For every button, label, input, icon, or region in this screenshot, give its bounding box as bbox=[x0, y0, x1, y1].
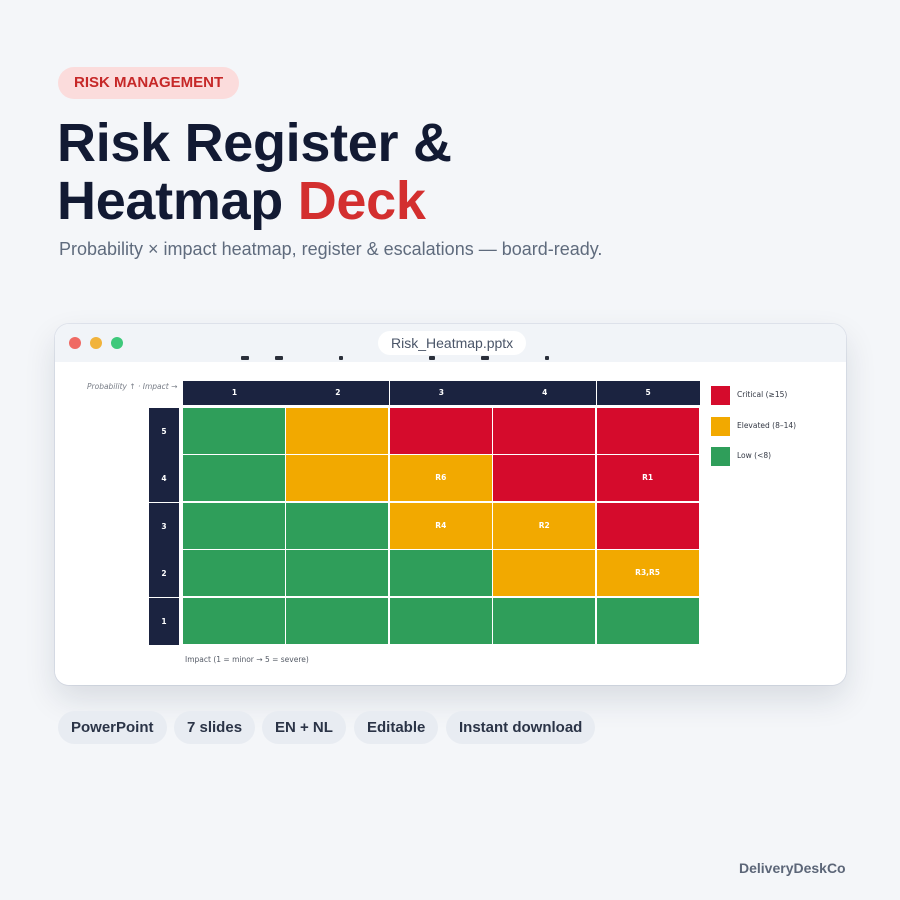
heatmap-cell-low bbox=[183, 408, 285, 454]
probability-row-header: 2 bbox=[149, 550, 179, 598]
heatmap-cell-elevated bbox=[286, 408, 389, 454]
heatmap-cell-elevated bbox=[493, 550, 596, 597]
heatmap-cell-low bbox=[389, 597, 492, 644]
feature-badge: EN + NL bbox=[262, 711, 346, 744]
heatmap-cell-low bbox=[596, 597, 699, 644]
heatmap-cell-elevated bbox=[286, 455, 389, 502]
heatmap-cell-elevated: R3,R5 bbox=[596, 550, 699, 597]
legend-label-low: Low (<8) bbox=[737, 451, 772, 460]
impact-column-header: 1 bbox=[183, 381, 286, 405]
title-line-2: Heatmap Deck bbox=[57, 172, 452, 230]
impact-column-header: 3 bbox=[389, 381, 493, 405]
feature-badge: 7 slides bbox=[174, 711, 256, 744]
probability-row-header: 5 bbox=[149, 408, 179, 455]
legend-swatch-low bbox=[711, 447, 730, 466]
heatmap-cell-critical bbox=[493, 455, 596, 502]
impact-column-header: 4 bbox=[493, 381, 597, 405]
maximize-dot-icon[interactable] bbox=[111, 337, 123, 349]
heatmap-cell-low bbox=[389, 550, 492, 597]
axis-note: Probability ↑ · Impact → bbox=[87, 382, 178, 391]
heatmap-cell-elevated: R2 bbox=[493, 502, 596, 549]
heatmap-cell-elevated: R6 bbox=[389, 455, 492, 502]
heatmap-cell-critical bbox=[596, 408, 699, 454]
heatmap-cell-critical bbox=[493, 408, 596, 454]
impact-column-header: 2 bbox=[286, 381, 390, 405]
impact-column-header: 5 bbox=[596, 381, 700, 405]
probability-row-header: 1 bbox=[149, 597, 179, 645]
legend-label-elevated: Elevated (8–14) bbox=[737, 420, 797, 430]
brand-name: DeliveryDeskCo bbox=[739, 860, 846, 876]
page-title: Risk Register & Heatmap Deck bbox=[57, 114, 452, 230]
heatmap-cell-low bbox=[286, 597, 389, 644]
cropped-slide-heading bbox=[241, 356, 551, 364]
legend-label-critical: Critical (≥15) bbox=[737, 390, 788, 399]
heatmap-cell-critical: R1 bbox=[596, 455, 699, 502]
impact-scale-note: Impact (1 = minor → 5 = severe) bbox=[185, 655, 309, 664]
slide-preview: Probability ↑ · Impact → 1 2 3 4 5 5 4 3 2 1 R6 R1 R… bbox=[55, 356, 846, 685]
heatmap-cell-elevated: R4 bbox=[389, 502, 492, 549]
title-line-1: Risk Register & bbox=[57, 113, 452, 173]
legend-swatch-elevated bbox=[711, 416, 730, 436]
heatmap-cell-low bbox=[183, 550, 285, 597]
page-subtitle: Probability × impact heatmap, register &… bbox=[59, 239, 603, 259]
feature-badge: PowerPoint bbox=[58, 711, 167, 744]
legend-swatch-critical bbox=[711, 386, 730, 405]
heatmap-cell-low bbox=[183, 597, 285, 644]
heatmap-cell-low bbox=[286, 502, 389, 549]
heatmap-cell-low bbox=[286, 550, 389, 597]
preview-window: Risk_Heatmap.pptx Probability ↑ · Impact… bbox=[55, 324, 846, 685]
file-name-pill: Risk_Heatmap.pptx bbox=[378, 331, 527, 355]
probability-row-header: 3 bbox=[149, 502, 179, 550]
feature-badge: Editable bbox=[354, 711, 439, 744]
heatmap-cell-critical bbox=[596, 502, 699, 549]
title-accent-word: Deck bbox=[297, 171, 426, 231]
heatmap-cell-low bbox=[183, 455, 285, 502]
title-line-2-main: Heatmap bbox=[57, 171, 298, 231]
heatmap-cell-critical bbox=[389, 408, 492, 454]
category-tag: RISK MANAGEMENT bbox=[58, 67, 240, 99]
probability-row-header: 4 bbox=[149, 455, 179, 503]
close-dot-icon[interactable] bbox=[69, 337, 81, 349]
minimize-dot-icon[interactable] bbox=[90, 337, 102, 349]
heatmap-cell-low bbox=[183, 502, 285, 549]
feature-badge: Instant download bbox=[446, 711, 596, 744]
heatmap-cell-low bbox=[493, 597, 596, 644]
